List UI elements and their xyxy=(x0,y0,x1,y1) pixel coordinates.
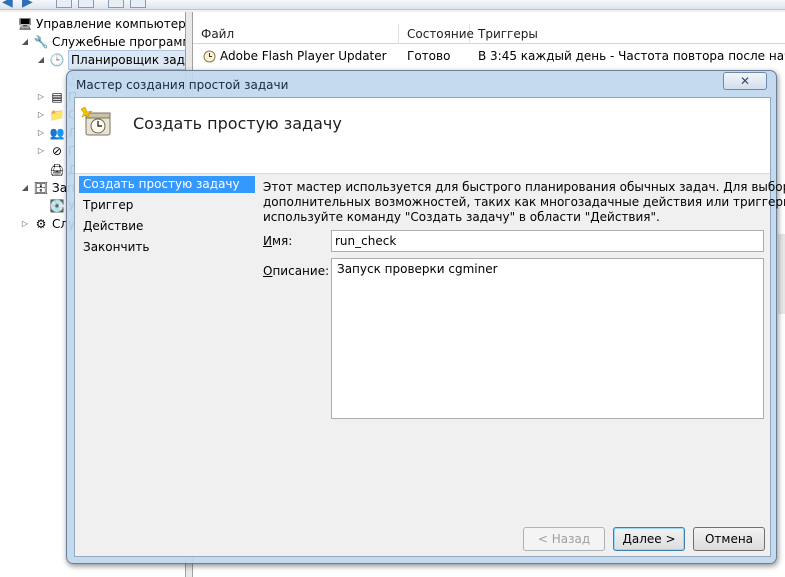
mmc-toolbar: ◀ ▶ xyxy=(0,0,785,10)
services-icon: ⚙ xyxy=(35,217,47,232)
storage-icon: 🗄 xyxy=(33,180,49,195)
disk-icon: 💽 xyxy=(49,199,65,213)
task-name-input[interactable] xyxy=(331,230,764,252)
users-icon: 👥 xyxy=(49,126,65,141)
name-label-text: мя: xyxy=(271,234,293,248)
next-button[interactable]: Далее > xyxy=(613,527,685,551)
tools-icon: 🔧 xyxy=(33,35,49,50)
computer-icon: 🖥 xyxy=(17,17,33,31)
description-label: Описание: xyxy=(263,264,329,278)
wizard-steps: Создать простую задачу Триггер Действие … xyxy=(79,174,255,258)
event-viewer-icon: ▤ xyxy=(51,89,63,104)
back-arrow-icon[interactable]: ◀ xyxy=(2,0,13,9)
toolbar-view-icon[interactable] xyxy=(78,0,94,8)
dialog-client-area: Создать простую задачу Создать простую з… xyxy=(74,97,785,557)
column-header-status[interactable]: Состояние xyxy=(399,24,474,44)
name-label-accesskey: И xyxy=(263,234,272,248)
cancel-button[interactable]: Отмена xyxy=(693,527,765,551)
wizard-description: Этот мастер используется для быстрого пл… xyxy=(263,180,785,225)
name-label: Имя: xyxy=(263,234,292,248)
tree-item-label: Управление компьютером (л xyxy=(36,17,186,31)
step-create-task[interactable]: Создать простую задачу xyxy=(79,176,255,193)
task-status: Готово xyxy=(407,49,451,63)
clock-icon: 🕒 xyxy=(49,53,65,68)
tree-expander-icon[interactable]: ◢ xyxy=(20,33,30,51)
tree-expander-icon[interactable]: ◢ xyxy=(36,51,46,69)
step-action[interactable]: Действие xyxy=(79,216,255,237)
step-finish[interactable]: Закончить xyxy=(79,237,255,258)
tree-item[interactable]: 🖥Управление компьютером (л xyxy=(4,15,186,33)
toolbar-folder-icon[interactable] xyxy=(56,0,72,8)
forward-arrow-icon[interactable]: ▶ xyxy=(22,0,33,9)
tree-item-label: Планировщик заданий xyxy=(68,50,185,71)
step-trigger[interactable]: Триггер xyxy=(79,195,255,216)
create-basic-task-wizard: Мастер создания простой задачи ✕ Создать… xyxy=(66,70,785,564)
tree-expander-icon[interactable]: ▷ xyxy=(20,215,30,233)
device-manager-icon: 🖨 xyxy=(49,162,65,177)
description-line: Этот мастер используется для быстрого пл… xyxy=(263,180,785,194)
table-cell-file: Adobe Flash Player Updater xyxy=(193,48,399,64)
task-name: Adobe Flash Player Updater xyxy=(220,49,387,63)
tree-expander-icon[interactable]: ▷ xyxy=(36,106,46,124)
toolbar-panel-icon[interactable] xyxy=(130,0,146,8)
task-table-header: Файл Состояние Триггеры xyxy=(193,24,785,44)
column-header-triggers[interactable]: Триггеры xyxy=(470,24,785,44)
folder-share-icon: 📁 xyxy=(49,108,65,122)
tree-item[interactable]: ◢🕒Планировщик заданий xyxy=(36,50,185,71)
task-wizard-icon xyxy=(80,106,115,138)
description-line: используйте команду "Создать задачу" в о… xyxy=(263,210,660,224)
task-description-input[interactable]: Запуск проверки cgminer xyxy=(331,258,764,419)
table-row[interactable]: Adobe Flash Player Updater Готово В 3:45… xyxy=(193,46,785,66)
wizard-heading: Создать простую задачу xyxy=(133,114,342,133)
clock-icon xyxy=(201,48,217,64)
performance-icon: ⊘ xyxy=(51,144,63,159)
tree-item[interactable]: ◢🔧Служебные программы xyxy=(20,33,185,51)
tree-expander-icon[interactable]: ▷ xyxy=(36,124,46,142)
tree-item-label: Служебные программы xyxy=(52,35,185,50)
column-header-file[interactable]: Файл xyxy=(193,24,399,44)
tree-expander-icon[interactable]: ▷ xyxy=(36,88,46,106)
close-button[interactable]: ✕ xyxy=(723,72,767,90)
tree-expander-icon[interactable]: ▷ xyxy=(36,142,46,160)
toolbar-help-icon[interactable] xyxy=(108,0,124,8)
tree-expander-icon[interactable]: ◢ xyxy=(20,179,30,197)
wizard-header: Создать простую задачу xyxy=(75,98,770,174)
task-triggers: В 3:45 каждый день - Частота повтора пос… xyxy=(478,49,785,63)
pane-scrollbar[interactable] xyxy=(778,234,785,314)
dialog-title: Мастер создания простой задачи xyxy=(76,78,289,92)
back-button[interactable]: < Назад xyxy=(523,527,605,551)
description-line: дополнительных возможностей, таких как м… xyxy=(263,195,785,209)
description-label-text: писание: xyxy=(272,264,330,278)
